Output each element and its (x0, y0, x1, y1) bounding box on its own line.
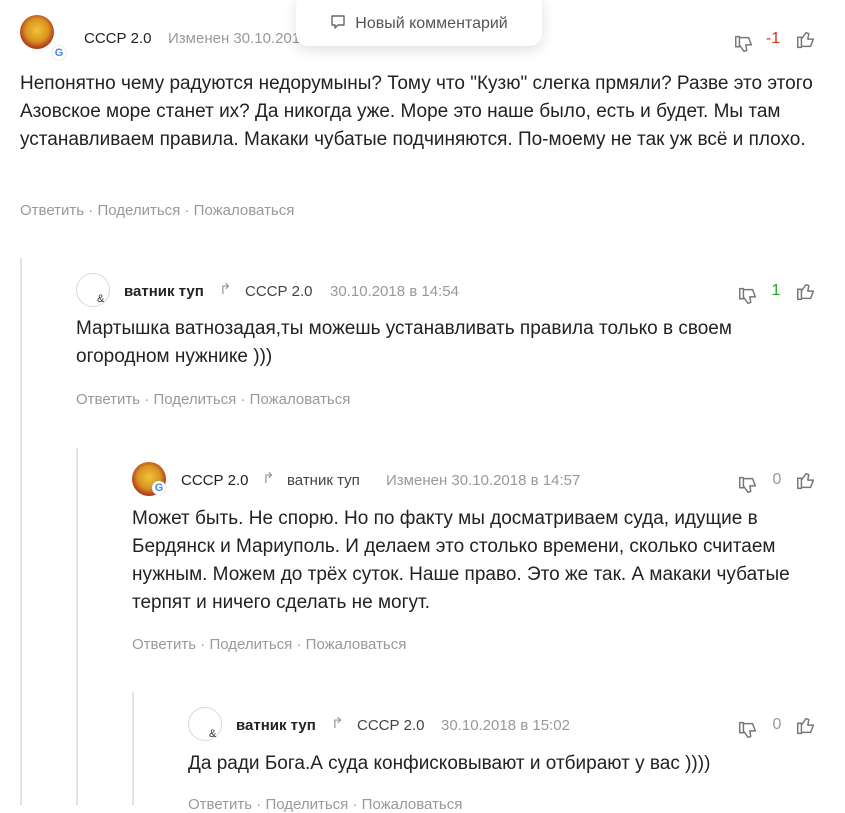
dislike-button[interactable] (737, 474, 759, 496)
like-button[interactable] (795, 29, 817, 51)
thumbs-up-icon (797, 717, 815, 735)
like-button[interactable] (795, 715, 817, 737)
avatar[interactable] (20, 15, 54, 49)
dislike-button[interactable] (737, 719, 759, 741)
thumbs-down-icon (735, 35, 753, 53)
comment-author[interactable]: ватник туп (124, 283, 204, 300)
separator: · (84, 202, 98, 219)
thumbs-down-icon (739, 476, 757, 494)
comment-score: 0 (772, 471, 782, 488)
reply-arrow-icon: ↱ (262, 470, 275, 487)
separator: · (292, 636, 306, 653)
comment-score: 1 (771, 282, 781, 299)
new-comment-button[interactable]: Новый комментарий (296, 0, 542, 46)
reply-to-author[interactable]: СССР 2.0 (245, 283, 313, 300)
thumbs-up-icon (797, 31, 815, 49)
share-link[interactable]: Поделиться (209, 636, 292, 653)
report-link[interactable]: Пожаловаться (250, 391, 351, 408)
thumbs-down-icon (739, 287, 757, 305)
comment-date: 30.10.2018 в 15:02 (441, 717, 570, 734)
comment-text: Да ради Бога.А суда конфисковывают и отб… (188, 753, 711, 774)
reply-link[interactable]: Ответить (20, 202, 84, 219)
report-link[interactable]: Пожаловаться (194, 202, 295, 219)
comment-date: 30.10.2018 в 14:54 (330, 283, 459, 300)
user-badge-icon: & (209, 728, 217, 740)
comment-text: Может быть. Не спорю. Но по факту мы дос… (132, 508, 790, 613)
comment-bubble-icon (330, 14, 346, 35)
report-link[interactable]: Пожаловаться (306, 636, 407, 653)
reply-to-author[interactable]: СССР 2.0 (357, 717, 425, 734)
comment-author[interactable]: СССР 2.0 (181, 472, 249, 489)
like-button[interactable] (795, 281, 817, 303)
avatar[interactable] (188, 707, 222, 741)
comment-text: Непонятно чему радуются недорумыны? Тому… (20, 73, 813, 150)
comment-actions: Ответить · Поделиться · Пожаловаться (20, 202, 294, 219)
google-badge-icon: G (152, 481, 166, 495)
new-comment-label: Новый комментарий (355, 15, 508, 32)
dislike-button[interactable] (737, 285, 759, 307)
google-badge-icon: G (52, 46, 66, 60)
comment-actions: Ответить · Поделиться · Пожаловаться (76, 391, 350, 408)
reply-arrow-icon: ↱ (219, 281, 232, 298)
thumbs-up-icon (797, 472, 815, 490)
thread-line-level1 (20, 258, 22, 805)
comment-date: Изменен 30.10.2018 в 14:57 (386, 472, 581, 489)
dislike-button[interactable] (733, 33, 755, 55)
share-link[interactable]: Поделиться (153, 391, 236, 408)
comment-score: 0 (772, 716, 782, 733)
user-badge-icon: & (97, 293, 105, 305)
comment-score: -1 (765, 30, 781, 47)
reply-link[interactable]: Ответить (132, 636, 196, 653)
thread-line-level2 (76, 448, 78, 805)
comment-author[interactable]: СССР 2.0 (84, 30, 152, 47)
share-link[interactable]: Поделиться (97, 202, 180, 219)
reply-to-author[interactable]: ватник туп (287, 472, 360, 489)
comment-author[interactable]: ватник туп (236, 717, 316, 734)
thumbs-down-icon (739, 721, 757, 739)
reply-link[interactable]: Ответить (76, 391, 140, 408)
separator: · (236, 391, 250, 408)
separator: · (180, 202, 194, 219)
separator: · (140, 391, 154, 408)
thumbs-up-icon (797, 283, 815, 301)
comment-actions: Ответить · Поделиться · Пожаловаться (132, 636, 406, 653)
separator: · (196, 636, 210, 653)
avatar[interactable] (76, 273, 110, 307)
like-button[interactable] (795, 470, 817, 492)
thread-line-level3 (132, 692, 134, 805)
comment-text: Мартышка ватнозадая,ты можешь устанавлив… (76, 318, 732, 367)
reply-arrow-icon: ↱ (331, 715, 344, 732)
